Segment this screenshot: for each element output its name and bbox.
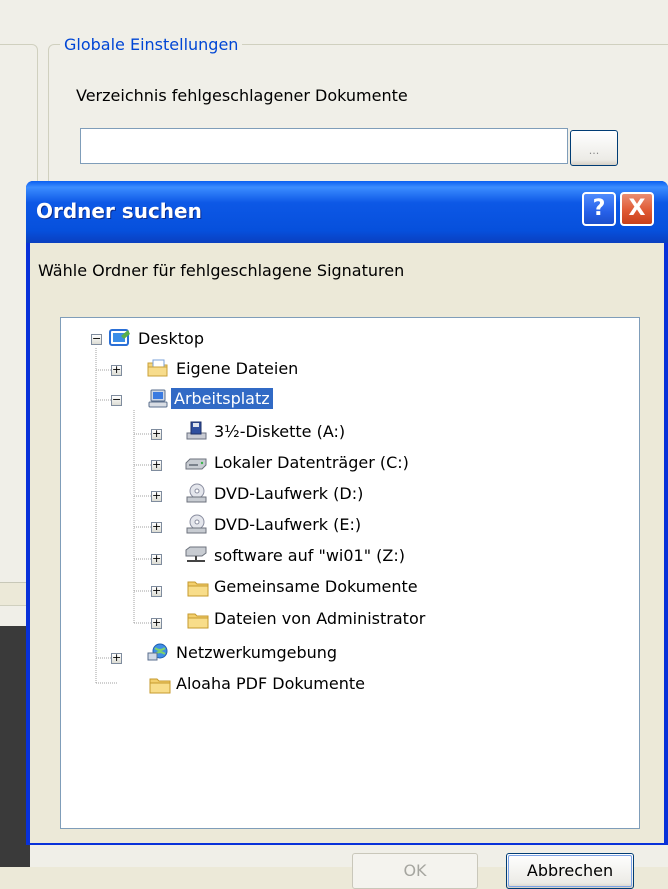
network-places-icon xyxy=(147,643,169,663)
expand-icon[interactable]: + xyxy=(151,586,162,597)
dialog-title: Ordner suchen xyxy=(36,199,202,223)
tree-node-label: Dateien von Administrator xyxy=(211,608,428,629)
collapse-icon[interactable]: − xyxy=(91,334,102,345)
ok-button[interactable]: OK xyxy=(352,853,478,889)
desktop-icon xyxy=(109,328,131,348)
failed-documents-folder-label: Verzeichnis fehlgeschlagener Dokumente xyxy=(76,86,408,105)
my-computer-icon xyxy=(147,389,169,409)
expand-icon[interactable]: + xyxy=(111,365,122,376)
expand-icon[interactable]: + xyxy=(151,491,162,502)
tree-node-label: Eigene Dateien xyxy=(173,358,301,379)
tree-node-label: Gemeinsame Dokumente xyxy=(211,576,421,597)
expand-icon[interactable]: + xyxy=(151,522,162,533)
dialog-body: Wähle Ordner für fehlgeschlagene Signatu… xyxy=(30,243,664,843)
tree-node-label: Aloaha PDF Dokumente xyxy=(173,673,368,694)
tree-node-label: Netzwerkumgebung xyxy=(173,642,340,663)
floppy-drive-icon xyxy=(185,421,207,441)
tree-node-label: 3½-Diskette (A:) xyxy=(211,421,348,442)
close-button[interactable]: X xyxy=(620,192,654,226)
expand-icon[interactable]: + xyxy=(151,460,162,471)
tree-node-label: Lokaler Datenträger (C:) xyxy=(211,452,412,473)
expand-icon[interactable]: + xyxy=(151,554,162,565)
hard-drive-icon xyxy=(185,454,207,474)
folder-tree[interactable]: − Desktop + Eigene Dateien − xyxy=(60,317,640,829)
help-icon: ? xyxy=(593,196,606,221)
collapse-icon[interactable]: − xyxy=(111,395,122,406)
browse-folder-button[interactable]: ... xyxy=(570,130,618,166)
tree-node-label: DVD-Laufwerk (D:) xyxy=(211,483,366,504)
expand-icon[interactable]: + xyxy=(151,618,162,629)
my-documents-icon xyxy=(147,358,169,378)
tree-node-label: Desktop xyxy=(135,328,207,349)
tree-node-label: DVD-Laufwerk (E:) xyxy=(211,514,364,535)
dvd-drive-icon xyxy=(185,483,207,503)
browse-for-folder-dialog: Ordner suchen ? X Wähle Ordner für fehlg… xyxy=(26,181,668,845)
dialog-titlebar[interactable]: Ordner suchen ? X xyxy=(26,181,668,243)
failed-documents-folder-input[interactable] xyxy=(80,128,568,164)
global-settings-title: Globale Einstellungen xyxy=(60,35,242,54)
folder-icon xyxy=(149,675,171,695)
folder-icon xyxy=(187,610,209,630)
tree-node-label: Arbeitsplatz xyxy=(171,388,273,409)
network-drive-icon xyxy=(185,545,207,565)
close-icon: X xyxy=(629,196,646,221)
dvd-drive-icon xyxy=(185,514,207,534)
cancel-button[interactable]: Abbrechen xyxy=(506,853,634,889)
folder-icon xyxy=(187,578,209,598)
help-button[interactable]: ? xyxy=(582,192,616,226)
expand-icon[interactable]: + xyxy=(111,653,122,664)
expand-icon[interactable]: + xyxy=(151,429,162,440)
dialog-instruction: Wähle Ordner für fehlgeschlagene Signatu… xyxy=(38,261,404,280)
tree-node-label: software auf "wi01" (Z:) xyxy=(211,545,408,566)
